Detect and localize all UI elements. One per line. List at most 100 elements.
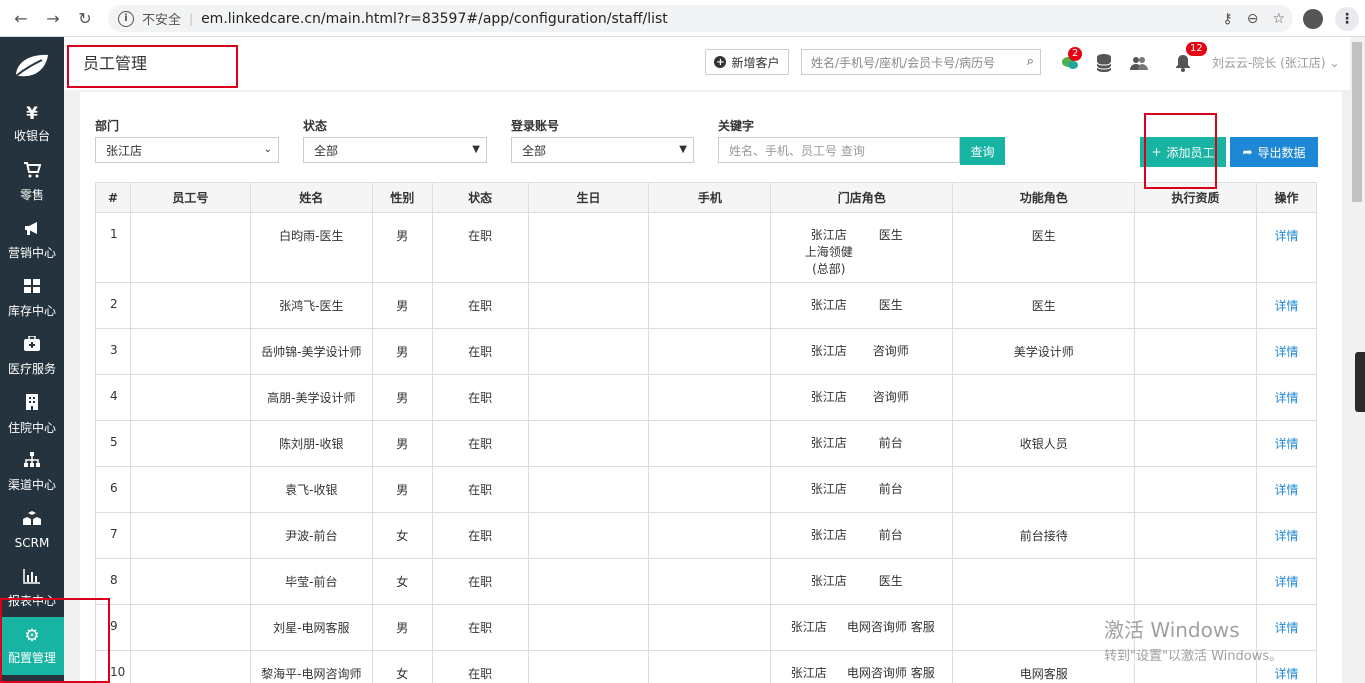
chevron-down-icon: ⌄ [263, 144, 272, 155]
cart-icon [23, 161, 42, 183]
cell-qualification [1134, 466, 1257, 513]
cell-phone [648, 282, 772, 329]
url-text[interactable]: em.linkedcare.cn/main.html?r=83597#/app/… [201, 11, 668, 27]
cell-status: 在职 [431, 604, 529, 651]
col-header: # [95, 182, 131, 213]
cell-store-role: 张江店 医生 上海领健(总部) [770, 212, 954, 283]
sidebar-item-channel[interactable]: 渠道中心 [0, 443, 64, 501]
cell-gender: 男 [371, 212, 433, 283]
cell-qualification [1134, 512, 1257, 559]
export-label: 导出数据 [1257, 145, 1306, 160]
store-name: 张江店 [810, 298, 847, 312]
row-number: 2 [95, 282, 131, 329]
detail-link[interactable]: 详情 [1255, 512, 1318, 559]
info-icon[interactable]: i [118, 10, 134, 27]
cell-staff-id [129, 558, 251, 605]
cell-phone [648, 650, 772, 683]
detail-link[interactable]: 详情 [1255, 420, 1318, 467]
dept-select[interactable]: 张江店 ⌄ [95, 137, 279, 163]
sidebar-item-label: 医疗服务 [7, 361, 56, 376]
sidebar-item-hospital[interactable]: 住院中心 [0, 385, 64, 443]
search-icon[interactable]: ⌕ [1027, 54, 1034, 69]
store-role: 医生 [878, 228, 903, 242]
keyword-input[interactable]: 姓名、手机、员工号 查询 [718, 137, 960, 163]
cell-qualification [1134, 212, 1257, 283]
sidebar-item-retail[interactable]: 零售 [0, 153, 64, 211]
status-select[interactable]: 全部 ▼ [303, 137, 487, 163]
cell-store-role: 张江店 咨询师 [770, 374, 954, 421]
cell-staff-id [129, 466, 251, 513]
zoom-icon[interactable]: ⊖ [1247, 11, 1259, 27]
row-number: 7 [95, 512, 131, 559]
cell-status: 在职 [431, 650, 529, 683]
sidebar-item-medical[interactable]: 医疗服务 [0, 327, 64, 385]
table-row: 1 白昀雨-医生 男 在职 张江店 医生 上海领健(总部) 医生 详情 [95, 212, 1318, 283]
cell-name: 张鸿飞-医生 [249, 282, 373, 329]
key-icon[interactable]: ⚷ [1222, 11, 1232, 27]
cell-birthday [527, 212, 650, 283]
watermark-line1: 激活 Windows [1104, 618, 1240, 642]
sidebar-item-marketing[interactable]: 营销中心 [0, 211, 64, 269]
detail-link[interactable]: 详情 [1255, 328, 1318, 375]
user-menu[interactable]: 刘云云-院长 (张江店) ⌄ [1212, 54, 1339, 71]
col-header: 手机 [648, 182, 772, 213]
cell-function-role: 医生 [952, 282, 1136, 329]
cell-status: 在职 [431, 328, 529, 375]
new-customer-button[interactable]: + 新增客户 [705, 49, 789, 75]
side-widget-tab[interactable] [1355, 352, 1365, 412]
sidebar-item-label: 零售 [19, 187, 44, 202]
leaf-logo-icon [15, 54, 48, 77]
detail-link[interactable]: 详情 [1255, 558, 1318, 605]
detail-link[interactable]: 详情 [1255, 282, 1318, 329]
filter-status-label: 状态 [303, 119, 328, 133]
global-search-input[interactable]: 姓名/手机号/座机/会员卡号/病历号 ⌕ [801, 49, 1041, 75]
sidebar-item-inventory[interactable]: 库存中心 [0, 269, 64, 327]
cell-birthday [527, 420, 650, 467]
filter-dept-label: 部门 [95, 119, 120, 133]
detail-link[interactable]: 详情 [1255, 466, 1318, 513]
cell-qualification [1134, 328, 1257, 375]
sidebar-item-scrm[interactable]: SCRM [0, 501, 64, 559]
profile-avatar-icon[interactable] [1303, 9, 1323, 29]
query-button[interactable]: 查询 [960, 137, 1005, 165]
address-bar[interactable]: i 不安全 | em.linkedcare.cn/main.html?r=835… [108, 5, 1293, 32]
highlight-box-title [67, 45, 238, 88]
col-header: 生日 [527, 182, 650, 213]
sidebar-item-cashier[interactable]: ¥ 收银台 [0, 95, 64, 153]
star-icon[interactable]: ☆ [1272, 11, 1285, 27]
detail-link[interactable]: 详情 [1255, 212, 1318, 283]
megaphone-icon [23, 220, 41, 241]
export-data-button[interactable]: ➦ 导出数据 [1230, 137, 1318, 167]
forward-icon[interactable]: → [42, 7, 64, 29]
store-role: 前台 [878, 528, 903, 542]
login-select[interactable]: 全部 ▼ [511, 137, 694, 163]
app-logo[interactable] [0, 37, 64, 95]
sidebar: ¥ 收银台 零售 营销中心 库存中心 医疗服务 住院中心 渠道中心 SCRM 报… [0, 37, 64, 683]
scrollbar-thumb[interactable] [1352, 42, 1362, 202]
cell-status: 在职 [431, 282, 529, 329]
detail-link[interactable]: 详情 [1255, 374, 1318, 421]
table-row: 4 高朋-美学设计师 男 在职 张江店 咨询师 详情 [95, 374, 1318, 421]
back-icon[interactable]: ← [10, 7, 32, 29]
cell-birthday [527, 374, 650, 421]
cell-status: 在职 [431, 212, 529, 283]
share-icon: ➦ [1242, 145, 1253, 159]
insecure-label: 不安全 [142, 13, 182, 28]
table-row: 7 尹波-前台 女 在职 张江店 前台 前台接待 详情 [95, 512, 1318, 559]
reload-icon[interactable]: ↻ [74, 7, 96, 29]
table-header-row: # 员工号 姓名 性别 状态 生日 手机 门店角色 功能角色 执行资质 操作 [95, 182, 1318, 213]
cell-staff-id [129, 328, 251, 375]
cell-birthday [527, 604, 650, 651]
grid-icon [23, 278, 41, 299]
browser-menu-icon[interactable]: ⋮ [1335, 7, 1359, 31]
notification-badge: 12 [1186, 42, 1207, 56]
building-icon [24, 393, 40, 416]
hierarchy-icon [23, 451, 41, 473]
filter-login-label: 登录账号 [511, 119, 560, 133]
store-role: 咨询师 [872, 344, 909, 358]
store-name: 张江店 [810, 436, 847, 450]
users-icon[interactable] [1128, 52, 1150, 74]
cell-staff-id [129, 512, 251, 559]
database-icon[interactable] [1094, 52, 1116, 74]
cell-status: 在职 [431, 374, 529, 421]
